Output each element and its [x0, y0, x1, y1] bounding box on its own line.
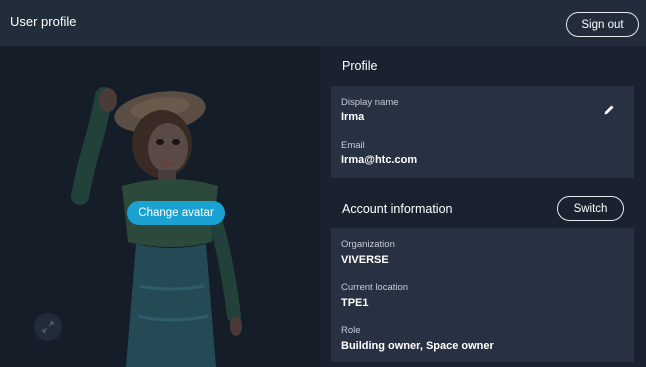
switch-account-button[interactable]: Switch: [557, 196, 624, 221]
change-avatar-button[interactable]: Change avatar: [127, 201, 225, 225]
page-title: User profile: [10, 14, 77, 29]
app-header: User profile Sign out: [0, 0, 646, 46]
pencil-icon: [604, 105, 614, 115]
email-label: Email: [341, 140, 365, 151]
edit-display-name-button[interactable]: [601, 102, 617, 118]
organization-label: Organization: [341, 239, 395, 250]
expand-arrows-icon: [42, 321, 54, 333]
display-name-value: Irma: [341, 111, 365, 123]
email-value: Irma@htc.com: [341, 154, 418, 166]
location-label: Current location: [341, 282, 409, 293]
role-value: Building owner, Space owner: [341, 340, 494, 352]
profile-section-title: Profile: [342, 59, 378, 73]
display-name-label: Display name: [341, 97, 399, 108]
role-label: Role: [341, 325, 361, 336]
sign-out-button[interactable]: Sign out: [566, 12, 639, 37]
avatar-panel: Change avatar: [0, 46, 320, 367]
organization-value: VIVERSE: [341, 254, 389, 266]
account-section-title: Account information: [342, 202, 453, 216]
expand-button[interactable]: [34, 313, 62, 341]
location-value: TPE1: [341, 297, 369, 309]
